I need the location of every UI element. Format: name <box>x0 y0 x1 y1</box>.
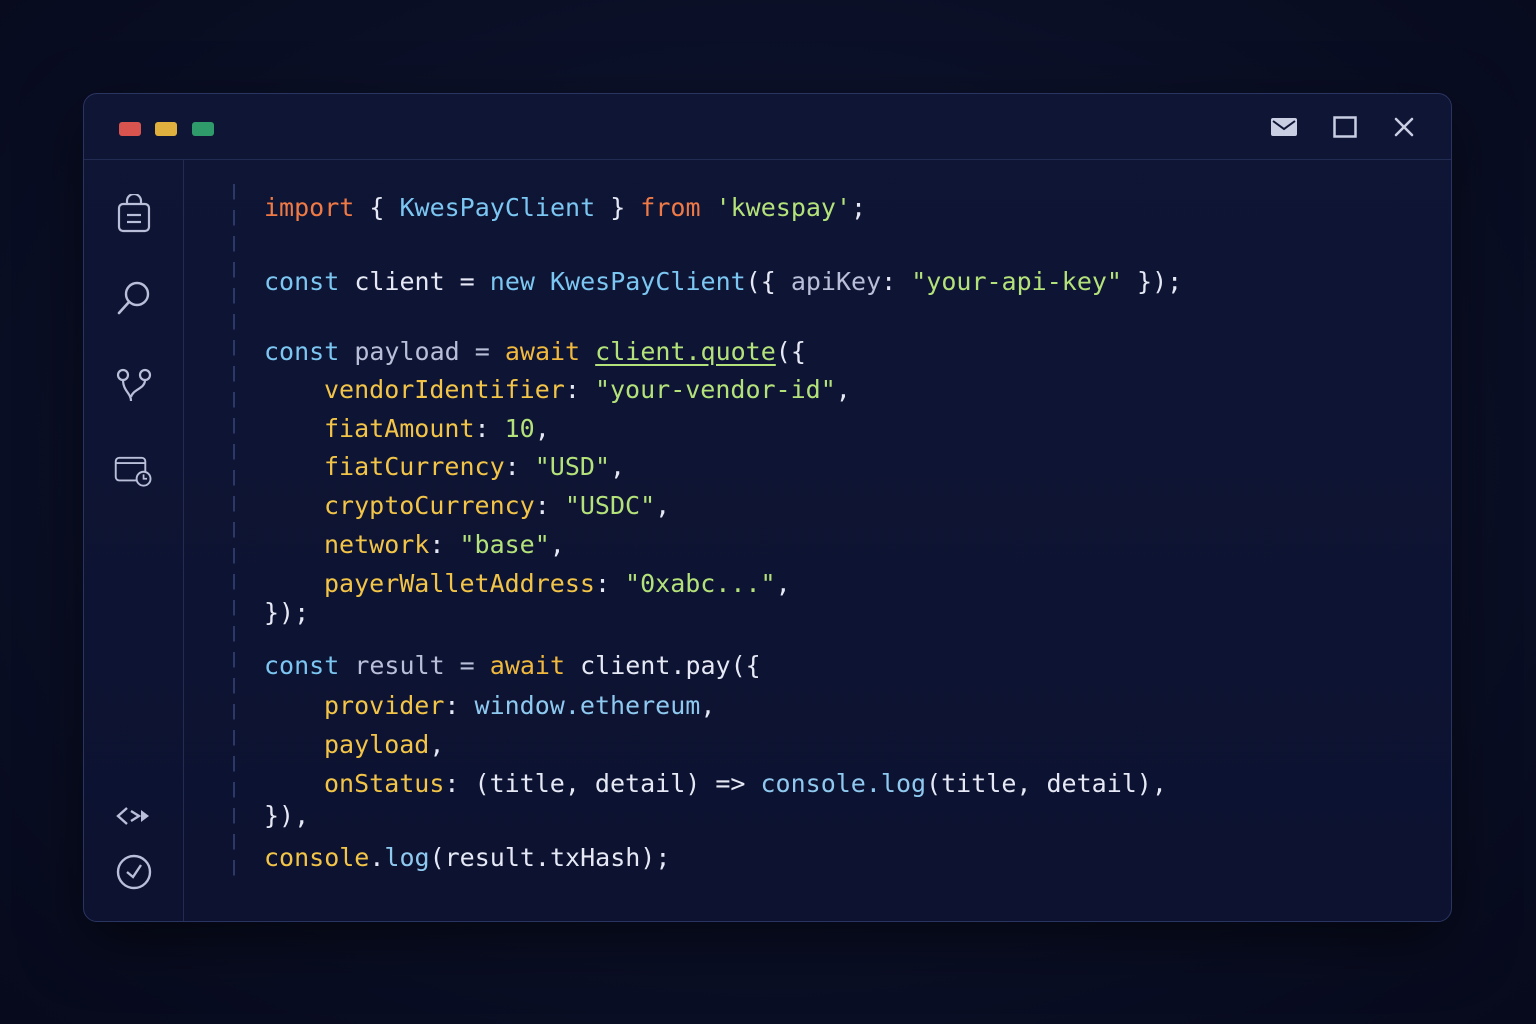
indent-guide <box>233 184 235 884</box>
editor-window: import { KwesPayClient } from 'kwespay';… <box>83 93 1452 922</box>
clipboard-lock-icon[interactable] <box>114 194 154 234</box>
git-branch-icon[interactable] <box>114 366 154 406</box>
code-line-6: fiatCurrency: "USD", <box>324 452 626 481</box>
code-line-8: network: "base", <box>324 530 565 559</box>
wallet-clock-icon[interactable] <box>114 450 154 490</box>
code-line-11: const result = await client.pay({ <box>264 651 761 680</box>
code-line-2: const client = new KwesPayClient({ apiKe… <box>264 267 1183 296</box>
zoom-traffic-light[interactable] <box>192 122 214 136</box>
code-editor[interactable]: import { KwesPayClient } from 'kwespay';… <box>264 94 1424 921</box>
code-line-7: cryptoCurrency: "USDC", <box>324 491 671 520</box>
code-line-12: provider: window.ethereum, <box>324 691 716 720</box>
minimize-traffic-light[interactable] <box>155 122 177 136</box>
activity-sidebar <box>84 160 184 921</box>
code-line-5: fiatAmount: 10, <box>324 414 550 443</box>
code-line-15: }), <box>264 801 310 830</box>
code-line-16: console.log(result.txHash); <box>264 843 671 872</box>
code-line-9: payerWalletAddress: "0xabc...", <box>324 569 791 598</box>
code-arrows-icon[interactable] <box>114 796 154 836</box>
code-line-3: const payload = await client.quote({ <box>264 337 806 366</box>
check-circle-icon[interactable] <box>114 852 154 892</box>
code-line-1: import { KwesPayClient } from 'kwespay'; <box>264 193 867 222</box>
code-line-4: vendorIdentifier: "your-vendor-id", <box>324 375 851 404</box>
code-line-10: }); <box>264 598 310 627</box>
code-line-14: onStatus: (title, detail) => console.log… <box>324 769 1167 798</box>
search-icon[interactable] <box>114 278 154 318</box>
code-line-13: payload, <box>324 730 445 759</box>
close-traffic-light[interactable] <box>119 122 141 136</box>
